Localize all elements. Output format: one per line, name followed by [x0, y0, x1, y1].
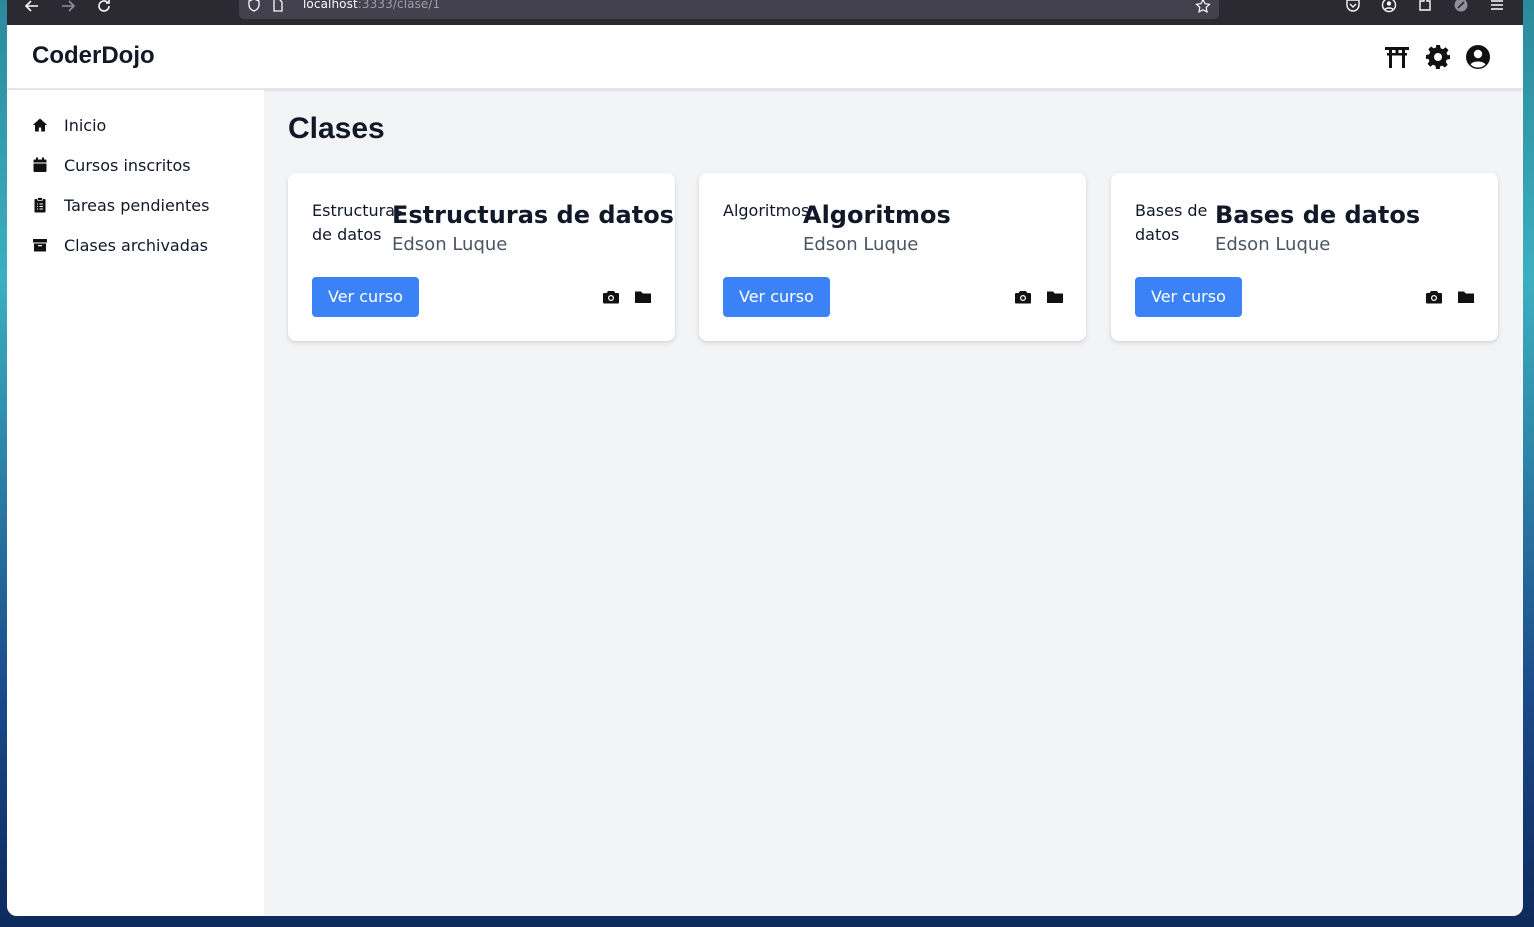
extensions-icon[interactable] [1417, 0, 1433, 13]
ver-curso-button[interactable]: Ver curso [312, 277, 419, 317]
course-title: Estructuras de datos [392, 201, 674, 229]
calendar-icon [32, 157, 48, 173]
ver-curso-button[interactable]: Ver curso [723, 277, 830, 317]
user-circle-icon[interactable] [1465, 44, 1491, 70]
class-card: Bases de datos Bases de datos Edson Luqu… [1111, 173, 1498, 341]
pocket-icon[interactable] [1345, 0, 1361, 13]
sidebar-item-tareas-pendientes[interactable]: Tareas pendientes [32, 193, 209, 217]
sidebar-item-inicio[interactable]: Inicio [32, 113, 106, 137]
sidebar-item-label: Cursos inscritos [64, 155, 191, 175]
shield-icon[interactable] [247, 0, 261, 12]
course-teacher: Edson Luque [803, 234, 919, 255]
course-title: Algoritmos [803, 201, 951, 229]
sidebar-item-cursos-inscritos[interactable]: Cursos inscritos [32, 153, 191, 177]
reload-icon[interactable] [95, 0, 113, 16]
url-text: localhost:3333/clase/1 [303, 0, 441, 11]
sidebar-item-label: Clases archivadas [64, 235, 209, 255]
gear-icon[interactable] [1425, 44, 1451, 70]
class-card: Estructuras de datos Estructuras de dato… [288, 173, 675, 341]
folder-icon[interactable] [634, 289, 652, 305]
page-title: Clases [288, 112, 385, 145]
sidebar: Inicio Cursos inscritos Tareas pendiente… [7, 90, 264, 916]
course-image-alt: Estructuras de datos [312, 201, 404, 244]
camera-icon[interactable] [1425, 289, 1443, 305]
ver-curso-button[interactable]: Ver curso [1135, 277, 1242, 317]
camera-icon[interactable] [602, 289, 620, 305]
brand-logo[interactable]: CoderDojo [32, 42, 155, 70]
browser-window: localhost:3333/clase/1 CoderDojo Inicio … [7, 0, 1523, 916]
sidebar-item-clases-archivadas[interactable]: Clases archivadas [32, 233, 208, 257]
browser-toolbar: localhost:3333/clase/1 [7, 0, 1523, 25]
folder-icon[interactable] [1457, 289, 1475, 305]
addon-icon[interactable] [1453, 0, 1469, 13]
sidebar-item-label: Tareas pendientes [64, 195, 210, 215]
course-teacher: Edson Luque [392, 234, 508, 255]
account-icon[interactable] [1381, 0, 1397, 13]
archive-icon [32, 237, 48, 253]
menu-icon[interactable] [1489, 0, 1505, 13]
folder-icon[interactable] [1046, 289, 1064, 305]
url-bar[interactable]: localhost:3333/clase/1 [239, 0, 1219, 19]
course-image-alt: Algoritmos [723, 201, 810, 220]
forward-arrow-icon[interactable] [59, 0, 77, 16]
clipboard-list-icon [32, 197, 48, 213]
course-image-alt: Bases de datos [1135, 201, 1208, 244]
course-title: Bases de datos [1215, 201, 1421, 229]
course-teacher: Edson Luque [1215, 234, 1331, 255]
star-icon[interactable] [1195, 0, 1211, 17]
camera-icon[interactable] [1014, 289, 1032, 305]
torii-gate-icon[interactable] [1384, 44, 1410, 70]
back-arrow-icon[interactable] [23, 0, 41, 16]
sidebar-item-label: Inicio [64, 115, 107, 135]
home-icon [32, 117, 48, 133]
page-icon [271, 0, 285, 12]
class-card: Algoritmos Algoritmos Edson Luque Ver cu… [699, 173, 1086, 341]
app-header: CoderDojo [7, 25, 1523, 89]
